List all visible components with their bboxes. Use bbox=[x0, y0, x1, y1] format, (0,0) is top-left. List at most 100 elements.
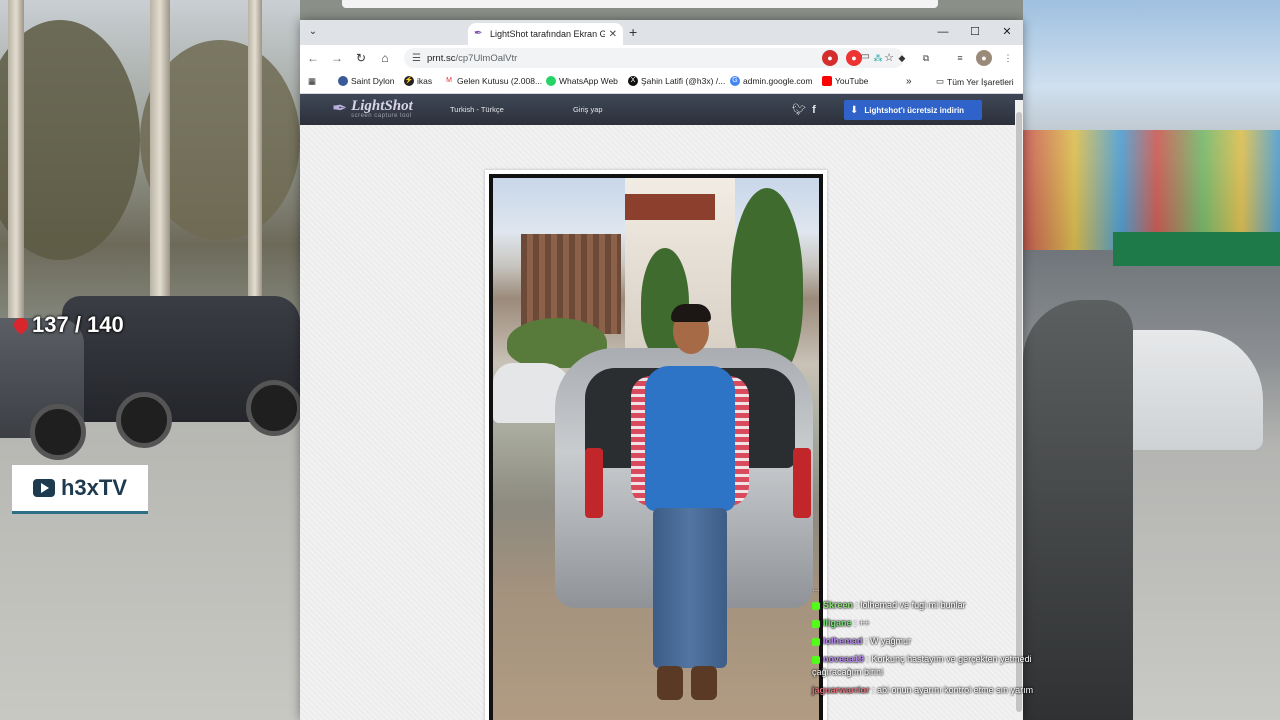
bookmark-ikas[interactable]: ⚡ ikas bbox=[404, 76, 432, 86]
bookmark-all-bookmarks[interactable]: ▭ Tüm Yer İşaretleri bbox=[936, 76, 1014, 87]
extensions-puzzle-icon[interactable]: ⧉ bbox=[918, 50, 934, 66]
photo-man-standing-by-car bbox=[493, 178, 819, 720]
bookmark-label: Gelen Kutusu (2.008... bbox=[457, 76, 543, 86]
extension-shield-icon[interactable]: ● bbox=[846, 50, 862, 66]
url-host: prnt.sc bbox=[426, 52, 456, 64]
tab-search-chevron-icon[interactable]: ⌄ bbox=[306, 25, 320, 39]
stream-chat-overlay: … Skreen : lolhemad ve fugi mi bunlar ll… bbox=[812, 582, 1042, 702]
lightshot-header: ✒ LightShot screen capture tool Turkish … bbox=[300, 94, 1023, 126]
window-controls: — ☐ ✕ bbox=[927, 20, 1023, 45]
tab-lightshot[interactable]: ✒ LightShot tarafından Ekran Gör ✕ bbox=[468, 23, 623, 45]
lightshot-logo[interactable]: ✒ LightShot screen capture tool bbox=[332, 98, 413, 119]
youtube-icon bbox=[32, 479, 55, 497]
chat-text: : lolhemad ve fugi mi bunlar bbox=[855, 600, 966, 610]
tree-trunk bbox=[8, 0, 24, 330]
chat-message: lolhemad : W yağmur bbox=[812, 635, 1042, 648]
photo-hair bbox=[671, 304, 711, 322]
download-icon: ⬇ bbox=[850, 104, 859, 116]
bookmark-x-profile[interactable]: X Şahin Latifi (@h3x) /... bbox=[628, 76, 725, 86]
bookmark-label: admin.google.com bbox=[743, 76, 813, 86]
extension-red-icon[interactable]: ● bbox=[822, 50, 838, 66]
channel-brand-badge: h3xTV bbox=[12, 465, 148, 514]
youtube-icon bbox=[822, 76, 832, 86]
login-link[interactable]: Giriş yap bbox=[573, 105, 603, 114]
apps-grid-icon[interactable]: ▦ bbox=[308, 76, 316, 87]
chat-message: noveaa19 : Korkunç hastayım ve gerçekten… bbox=[812, 653, 1038, 679]
menu-kebab-icon[interactable]: ⋮ bbox=[1000, 50, 1016, 66]
bookmark-gmail[interactable]: M Gelen Kutusu (2.008... bbox=[444, 76, 542, 86]
car-wheel bbox=[116, 392, 172, 448]
photo-shoe bbox=[691, 666, 717, 700]
tab-close-icon[interactable]: ✕ bbox=[609, 29, 617, 40]
screenshot-image[interactable] bbox=[489, 174, 823, 720]
forward-arrow-icon[interactable]: → bbox=[326, 51, 348, 65]
bookmark-label: ikas bbox=[417, 76, 433, 86]
new-tab-plus-icon[interactable]: + bbox=[629, 24, 637, 40]
download-button-label: Lightshot'ı ücretsiz indirin bbox=[864, 105, 965, 115]
close-window-icon[interactable]: ✕ bbox=[991, 20, 1023, 45]
chat-message: jaguarwarrior : abi onun ayarını kontrol… bbox=[812, 684, 1038, 697]
facebook-icon[interactable]: f bbox=[812, 104, 816, 116]
bookmark-label: Tüm Yer İşaretleri bbox=[947, 76, 1014, 87]
chat-username: noveaa19 bbox=[823, 654, 865, 664]
screenshot-frame bbox=[485, 170, 827, 720]
kick-badge-icon bbox=[812, 655, 820, 664]
counter-text: 137 / 140 bbox=[32, 312, 124, 337]
social-links: 🐦︎ f bbox=[792, 103, 816, 116]
photo-building-balcony bbox=[625, 194, 715, 220]
bookmarks-bar: ▦ Saint Dylon ⚡ ikas M Gelen Kutusu (2.008… bbox=[300, 71, 1023, 94]
reload-icon[interactable]: ↻ bbox=[350, 51, 372, 65]
photo-blue-vest bbox=[645, 366, 735, 511]
minimize-icon[interactable]: — bbox=[927, 20, 959, 45]
chat-username: Skreen bbox=[823, 600, 854, 610]
bookmark-youtube[interactable]: YouTube bbox=[822, 76, 868, 86]
tree-trunk bbox=[150, 0, 170, 330]
feather-icon: ✒ bbox=[332, 98, 348, 118]
chat-message: Skreen : lolhemad ve fugi mi bunlar bbox=[812, 599, 1042, 612]
kick-badge-icon bbox=[812, 601, 820, 610]
tab-strip: ⌄ ✒ LightShot tarafından Ekran Gör ✕ + —… bbox=[300, 20, 1023, 45]
bookmark-saint-dylon[interactable]: Saint Dylon bbox=[338, 76, 394, 86]
location-pin-icon bbox=[11, 315, 31, 335]
kick-badge-icon bbox=[812, 619, 820, 628]
bookmarks-overflow-icon[interactable]: » bbox=[906, 76, 912, 87]
whatsapp-icon bbox=[546, 76, 556, 86]
extension-diamond-icon[interactable]: ◆ bbox=[894, 50, 910, 66]
bolt-icon: ⚡ bbox=[404, 76, 414, 86]
bookmark-label: YouTube bbox=[835, 76, 869, 86]
site-info-icon[interactable]: ☰ bbox=[412, 53, 421, 64]
google-icon: G bbox=[730, 76, 740, 86]
chat-text: : W yağmur bbox=[865, 636, 912, 646]
car-wheel bbox=[30, 404, 86, 460]
back-arrow-icon[interactable]: ← bbox=[302, 51, 324, 65]
address-url: prnt.sc/cp7UlmOalVtr bbox=[427, 53, 517, 64]
lightshot-logo-text: LightShot screen capture tool bbox=[351, 97, 413, 119]
maximize-icon[interactable]: ☐ bbox=[959, 20, 991, 45]
stream-background-right bbox=[1023, 0, 1280, 720]
shop-awning bbox=[1113, 232, 1280, 266]
tab-title: LightShot tarafından Ekran Gör bbox=[490, 29, 605, 39]
chat-username: lolhemad bbox=[823, 636, 863, 646]
tree-trunk bbox=[248, 0, 262, 330]
chat-message: lligane : ++ bbox=[812, 617, 1042, 630]
kick-badge-icon bbox=[812, 637, 820, 646]
extension-translate-icon[interactable]: ⁂ bbox=[870, 50, 886, 66]
logo-tagline: screen capture tool bbox=[351, 112, 412, 119]
twitter-icon[interactable]: 🐦︎ bbox=[792, 104, 806, 116]
bookmark-whatsapp[interactable]: WhatsApp Web bbox=[546, 76, 618, 86]
download-button[interactable]: ⬇ Lightshot'ı ücretsiz indirin bbox=[844, 100, 982, 120]
lightshot-favicon-icon: ✒ bbox=[474, 28, 483, 39]
chat-username: jaguarwarrior bbox=[812, 685, 870, 695]
language-selector[interactable]: Turkish - Türkçe bbox=[450, 105, 504, 114]
url-path: /cp7UlmOalVtr bbox=[455, 52, 518, 64]
logo-wordmark: LightShot bbox=[351, 97, 413, 114]
bookmark-admin-google[interactable]: Gadmin.google.com bbox=[730, 76, 812, 86]
browser-toolbar: ← → ↻ ⌂ ☰ prnt.sc/cp7UlmOalVtr ▭ ☆ ● ● ⁂… bbox=[300, 45, 1023, 71]
profile-avatar[interactable]: ● bbox=[976, 50, 992, 66]
folder-icon: ▭ bbox=[936, 76, 945, 86]
photo-tail-light bbox=[793, 448, 811, 518]
home-icon[interactable]: ⌂ bbox=[374, 51, 396, 65]
bookmark-label: Saint Dylon bbox=[351, 76, 395, 86]
photo-tail-light bbox=[585, 448, 603, 518]
reading-list-icon[interactable]: ≡ bbox=[952, 50, 968, 66]
